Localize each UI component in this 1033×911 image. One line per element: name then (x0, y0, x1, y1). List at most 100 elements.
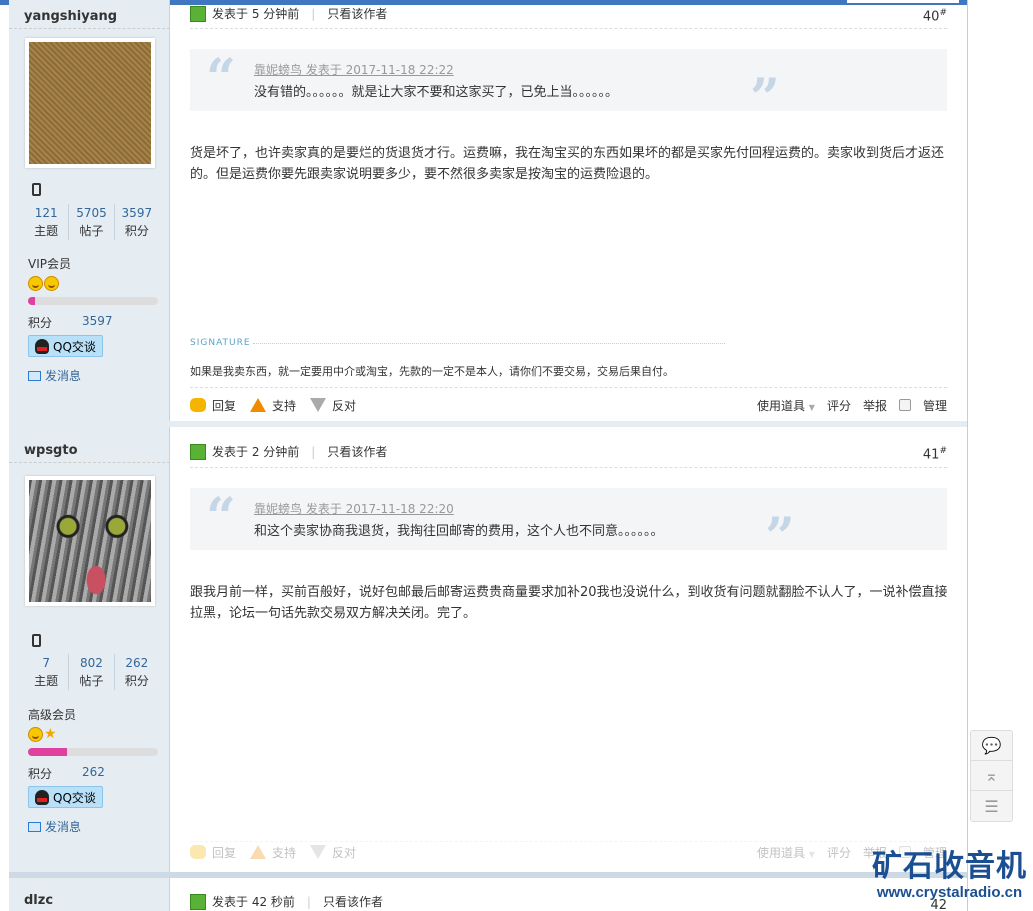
dropdown-arrow-icon: ▼ (808, 402, 815, 412)
divider (190, 467, 947, 468)
close-quote-icon: ” (750, 68, 780, 129)
qq-chat-button[interactable]: QQ交谈 (28, 786, 103, 808)
stat-posts[interactable]: 5705 帖子 (68, 204, 113, 240)
floating-toolbar: 💬 ⌅ ☰ (970, 730, 1013, 822)
page-border (967, 0, 968, 911)
reply-icon (190, 398, 206, 412)
quote-block: “” 靠妮螃鸟 发表于 2017-11-18 22:20 和这个卖家协商我退货，… (190, 488, 947, 564)
online-user-icon (190, 893, 206, 910)
signature-label: SIGNATURE (190, 338, 725, 348)
rate-button[interactable]: 评分 (827, 397, 851, 414)
close-quote-icon: ” (765, 507, 795, 568)
reply-button[interactable]: 回复 (190, 844, 236, 861)
post-content: 发表于 42 秒前 | 只看该作者 42 (171, 878, 967, 911)
post: dlzc 发表于 42 秒前 | 只看该作者 42 (9, 878, 967, 911)
reply-icon (190, 845, 206, 859)
manage-label: 管理 (922, 398, 947, 413)
post: yangshiyang 121 主题 5705 帖子 3597 积分 VIP会员 积分… (9, 0, 967, 427)
report-button[interactable]: 举报 (863, 397, 887, 414)
credits-row: 积分 262 (28, 765, 105, 781)
use-tool-dropdown[interactable]: 使用道具 ▼ (757, 844, 815, 861)
quote-block: “” 靠妮螃鸟 发表于 2017-11-18 22:22 没有错的。。。。。。就… (190, 48, 947, 125)
level-icons: ★ (28, 727, 57, 742)
stat-threads[interactable]: 121 主题 (24, 204, 68, 240)
floor-number[interactable]: 41# (923, 446, 947, 462)
level-progress (28, 297, 158, 305)
post-meta: 发表于 42 秒前 | 只看该作者 (190, 893, 383, 910)
author-name[interactable]: yangshiyang (24, 9, 117, 24)
author-name[interactable]: wpsgto (24, 443, 78, 458)
open-quote-icon: “ (206, 48, 236, 109)
online-user-icon (190, 5, 206, 22)
dropdown-arrow-icon: ▼ (808, 849, 815, 859)
down-arrow-icon (310, 398, 327, 412)
quote-source-link[interactable]: 靠妮螃鸟 发表于 2017-11-18 22:22 (254, 61, 454, 78)
envelope-icon (28, 370, 41, 381)
divider (9, 28, 170, 29)
support-button[interactable]: 支持 (250, 397, 296, 414)
author-sidebar: dlzc (9, 878, 170, 911)
back-to-top-button[interactable]: ⌅ (971, 761, 1012, 791)
star-icon: ★ (44, 726, 57, 742)
divider (190, 387, 947, 388)
level-icons (28, 276, 59, 291)
quote-text: 没有错的。。。。。。就是让大家不要和这家买了，已免上当。。。。。。 (254, 85, 619, 100)
floor-number[interactable]: 40# (923, 8, 947, 24)
post-content: 发表于 5 分钟前 | 只看该作者 40# “” 靠妮螃鸟 发表于 2017-11-… (171, 0, 967, 427)
credits-row: 积分 3597 (28, 314, 113, 330)
comment-icon: 💬 (981, 736, 1002, 755)
sun-icon (28, 727, 43, 742)
quote-text: 和这个卖家协商我退货，我掏往回邮寄的费用，这个人也不同意。。。。。。 (254, 524, 664, 539)
thumb-up-arrow-icon (250, 398, 267, 412)
user-group[interactable]: 高级会员 (28, 706, 76, 723)
stat-credits[interactable]: 262 积分 (113, 654, 159, 690)
thread-list-button[interactable]: ☰ (971, 791, 1012, 821)
only-author-link[interactable]: 只看该作者 (327, 443, 387, 460)
mobile-icon (32, 634, 41, 647)
envelope-icon (28, 821, 41, 832)
qq-penguin-icon (35, 338, 49, 354)
list-icon: ☰ (984, 796, 999, 816)
stat-posts[interactable]: 802 帖子 (68, 654, 113, 690)
site-watermark: 矿石收音机 www.crystalradio.cn (872, 849, 1027, 902)
divider (190, 28, 947, 29)
avatar[interactable] (25, 38, 155, 168)
only-author-link[interactable]: 只看该作者 (323, 893, 383, 910)
author-sidebar: yangshiyang 121 主题 5705 帖子 3597 积分 VIP会员 积分… (9, 0, 170, 427)
thumb-up-arrow-icon (250, 845, 267, 859)
post-content: 发表于 2 分钟前 | 只看该作者 41# “” 靠妮螃鸟 发表于 2017-11-… (171, 427, 967, 878)
rate-button[interactable]: 评分 (827, 844, 851, 861)
oppose-button[interactable]: 反对 (310, 844, 356, 861)
post-actions: 回复 支持 反对 使用道具 ▼ 评分 举报 管理 (190, 842, 947, 862)
send-message-link[interactable]: 发消息 (28, 367, 81, 384)
author-sidebar: wpsgto 7 主题 802 帖子 262 积分 高级会员 ★ 积分 262 QQ交谈… (9, 427, 170, 878)
user-group[interactable]: VIP会员 (28, 255, 71, 272)
sun-icon (28, 276, 43, 291)
sun-icon (44, 276, 59, 291)
online-user-icon (190, 443, 206, 460)
quick-reply-button[interactable]: 💬 (971, 731, 1012, 761)
qq-chat-button[interactable]: QQ交谈 (28, 335, 103, 357)
avatar[interactable] (25, 476, 155, 606)
mobile-icon (32, 183, 41, 196)
manage-checkbox[interactable] (898, 399, 911, 411)
oppose-button[interactable]: 反对 (310, 397, 356, 414)
send-message-link[interactable]: 发消息 (28, 818, 81, 835)
quote-source-link[interactable]: 靠妮螃鸟 发表于 2017-11-18 22:20 (254, 500, 454, 517)
support-button[interactable]: 支持 (250, 844, 296, 861)
author-name[interactable]: dlzc (24, 893, 53, 908)
post-body: 跟我月前一样，买前百般好，说好包邮最后邮寄运费贵商量要求加补20我也没说什么，到… (190, 585, 948, 621)
author-stats: 121 主题 5705 帖子 3597 积分 (24, 204, 159, 240)
signature-text: 如果是我卖东西，就一定要用中介或淘宝，先款的一定不是本人，请你们不要交易，交易后… (190, 365, 674, 378)
divider (9, 462, 170, 463)
post-meta: 发表于 2 分钟前 | 只看该作者 (190, 443, 387, 460)
back-to-top-icon: ⌅ (984, 766, 999, 785)
reply-button[interactable]: 回复 (190, 397, 236, 414)
stat-threads[interactable]: 7 主题 (24, 654, 68, 690)
down-arrow-icon (310, 845, 327, 859)
stat-credits[interactable]: 3597 积分 (113, 204, 159, 240)
post: wpsgto 7 主题 802 帖子 262 积分 高级会员 ★ 积分 262 QQ交谈… (9, 427, 967, 878)
use-tool-dropdown[interactable]: 使用道具 ▼ (757, 397, 815, 414)
post-body: 货是坏了，也许卖家真的是要烂的货退货才行。运费嘛，我在淘宝买的东西如果坏的都是买… (190, 146, 945, 182)
only-author-link[interactable]: 只看该作者 (327, 5, 387, 22)
